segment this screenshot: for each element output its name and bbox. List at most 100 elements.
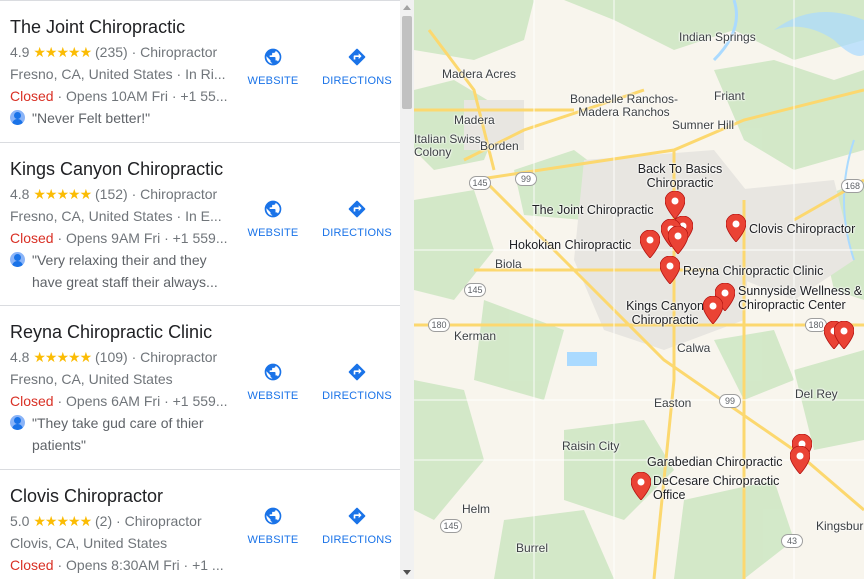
rating-value: 5.0 [10,513,30,529]
rating-value: 4.8 [10,349,30,365]
map-label-madera-acres: Madera Acres [442,67,517,81]
status-closed: Closed [10,230,54,246]
website-button[interactable]: WEBSITE [233,506,313,546]
map-label-del-rey: Del Rey [795,387,838,401]
highway-shield: 145 [464,283,486,297]
user-avatar-icon [10,415,25,430]
globe-icon [264,507,282,525]
map-label-borden: Borden [480,139,519,153]
hours-text: · Opens 6AM Fri · +1 559... [53,393,228,409]
rating-line: 4.8 ★★★★★ (109) · Chiropractor [10,349,218,365]
stars-icon: ★★★★★ [33,44,92,60]
result-card[interactable]: The Joint Chiropractic 4.9 ★★★★★ (235) ·… [0,1,400,143]
map-label-raisin-city: Raisin City [562,439,620,453]
status-closed: Closed [10,88,54,104]
map-view[interactable]: Indian Springs Madera Acres Friant Bonad… [414,0,864,579]
location-line: Fresno, CA, United States [10,371,173,387]
category: Chiropractor [140,44,218,60]
map-pin-icon[interactable] [640,230,660,258]
map-label-friant: Friant [714,89,745,103]
result-name[interactable]: Reyna Chiropractic Clinic [10,322,212,343]
review-snippet: "Never Felt better!" [10,107,230,129]
result-card[interactable]: Kings Canyon Chiropractic 4.8 ★★★★★ (152… [0,143,400,306]
website-button[interactable]: WEBSITE [233,47,313,87]
scroll-up-arrow-icon[interactable] [403,5,411,10]
result-card[interactable]: Reyna Chiropractic Clinic 4.8 ★★★★★ (109… [0,306,400,470]
directions-icon [348,507,366,525]
map-pin-label-clovis[interactable]: Clovis Chiropractor [749,222,855,236]
category: Chiropractor [140,186,218,202]
directions-button[interactable]: DIRECTIONS [317,47,397,87]
map-pin-label-the-joint[interactable]: The Joint Chiropractic [532,203,654,217]
review-count: (235) [95,44,128,60]
map-pin-icon[interactable] [703,296,723,324]
map-label-italian-swiss: Italian Swiss Colony [414,132,481,159]
globe-icon [264,200,282,218]
hours-line: Closed · Opens 6AM Fri · +1 559... [10,393,235,409]
rating-value: 4.9 [10,44,30,60]
category: Chiropractor [124,513,202,529]
results-list[interactable]: The Joint Chiropractic 4.9 ★★★★★ (235) ·… [0,0,400,579]
hours-line: Closed · Opens 10AM Fri · +1 55... [10,88,235,104]
stars-icon: ★★★★★ [33,513,92,529]
status-closed: Closed [10,393,54,409]
map-pin-icon[interactable] [726,214,746,242]
map-label-biola: Biola [495,257,522,271]
website-button[interactable]: WEBSITE [233,199,313,239]
scroll-down-arrow-icon[interactable] [403,570,411,575]
highway-shield: 99 [515,172,537,186]
review-count: (109) [95,349,128,365]
hours-text: · Opens 10AM Fri · +1 55... [53,88,228,104]
result-card[interactable]: Clovis Chiropractor 5.0 ★★★★★ (2) · Chir… [0,470,400,579]
highway-shield: 99 [719,394,741,408]
directions-icon [348,48,366,66]
map-label-calwa: Calwa [677,341,711,355]
list-scrollbar[interactable] [400,0,414,579]
highway-shield: 145 [469,176,491,190]
map-label-burrel: Burrel [516,541,549,555]
map-pin-label-reyna[interactable]: Reyna Chiropractic Clinic [683,264,823,278]
location-line: Fresno, CA, United States · In E... [10,208,222,224]
map-pin-label-kings-canyon[interactable]: Kings Canyon Chiropractic [620,299,710,327]
location-line: Fresno, CA, United States · In Ri... [10,66,226,82]
review-snippet: "Very relaxing their and they have great… [10,249,230,293]
directions-button[interactable]: DIRECTIONS [317,362,397,402]
scrollbar-thumb[interactable] [402,16,412,109]
result-name[interactable]: Kings Canyon Chiropractic [10,159,223,180]
map-pin-label-sunnyside[interactable]: Sunnyside Wellness & Chiropractic Center [738,284,864,312]
map-pin-label-decesare[interactable]: DeCesare Chiropractic Office [653,474,783,502]
map-pin-label-back-to-basics[interactable]: Back To Basics Chiropractic [630,162,730,190]
map-pin-icon[interactable] [834,321,854,349]
directions-icon [348,363,366,381]
review-count: (2) [95,513,113,529]
rating-value: 4.8 [10,186,30,202]
hours-text: · Opens 9AM Fri · +1 559... [53,230,228,246]
review-count: (152) [95,186,128,202]
highway-shield: 43 [781,534,803,548]
result-name[interactable]: Clovis Chiropractor [10,486,163,507]
map-pin-icon[interactable] [790,446,810,474]
rating-line: 4.8 ★★★★★ (152) · Chiropractor [10,186,218,202]
map-pin-label-hokokian[interactable]: Hokokian Chiropractic [509,238,631,252]
hours-line: Closed · Opens 8:30AM Fri · +1 ... [10,557,235,573]
result-name[interactable]: The Joint Chiropractic [10,17,185,38]
highway-shield: 145 [440,519,462,533]
map-pin-icon[interactable] [631,472,651,500]
website-button[interactable]: WEBSITE [233,362,313,402]
globe-icon [264,363,282,381]
user-avatar-icon [10,110,25,125]
directions-button[interactable]: DIRECTIONS [317,199,397,239]
map-pin-label-garabedian[interactable]: Garabedian Chiropractic [647,455,783,469]
status-closed: Closed [10,557,54,573]
location-line: Clovis, CA, United States [10,535,168,551]
globe-icon [264,48,282,66]
map-label-indian-springs: Indian Springs [679,30,756,44]
map-label-sumner-hill: Sumner Hill [672,118,735,132]
rating-line: 5.0 ★★★★★ (2) · Chiropractor [10,513,202,529]
hours-text: · Opens 8:30AM Fri · +1 ... [53,557,224,573]
directions-button[interactable]: DIRECTIONS [317,506,397,546]
map-pin-icon[interactable] [668,226,688,254]
rating-line: 4.9 ★★★★★ (235) · Chiropractor [10,44,218,60]
map-pin-icon[interactable] [665,191,685,219]
map-pin-icon[interactable] [660,256,680,284]
